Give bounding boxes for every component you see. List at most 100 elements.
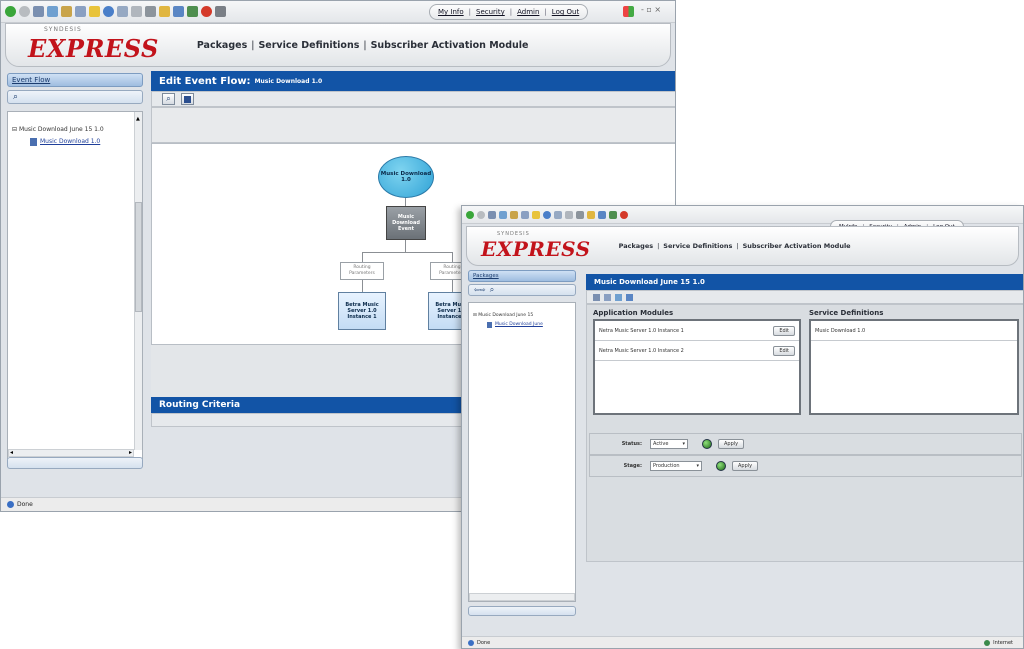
- security-link[interactable]: Security: [476, 8, 505, 16]
- sidebar-tab-packages[interactable]: Packages: [468, 270, 576, 282]
- extra-icon[interactable]: [215, 6, 226, 17]
- sidebar-footer: [7, 457, 143, 469]
- tool-icon-4[interactable]: [626, 293, 633, 301]
- favorites-icon[interactable]: [89, 6, 100, 17]
- arrows-icon[interactable]: ⇦⇨: [474, 286, 486, 294]
- back-icon[interactable]: [466, 210, 474, 219]
- window-controls[interactable]: - ▫ ×: [641, 5, 661, 14]
- horizontal-scrollbar[interactable]: ◂ ▸: [8, 449, 134, 457]
- properties-area: [151, 107, 675, 143]
- messenger-icon[interactable]: [173, 6, 184, 17]
- scroll-right-icon[interactable]: ▸: [129, 449, 132, 456]
- nav-subscriber-activation[interactable]: Subscriber Activation Module: [371, 40, 529, 51]
- tool-icon-1[interactable]: [593, 293, 600, 301]
- search-icon[interactable]: ⌕: [13, 92, 18, 102]
- media-icon[interactable]: [103, 6, 114, 17]
- title-name: Music Download 1.0: [254, 77, 323, 85]
- flow-node-routing-1[interactable]: Routing Parameters: [340, 262, 384, 280]
- save-button[interactable]: [181, 93, 194, 105]
- messenger-icon[interactable]: [598, 210, 606, 219]
- vertical-scrollbar[interactable]: ▲: [134, 112, 142, 450]
- edge: [452, 252, 453, 262]
- horizontal-scrollbar[interactable]: [469, 593, 575, 601]
- media-icon[interactable]: [543, 210, 551, 219]
- scroll-left-icon[interactable]: ◂: [10, 449, 13, 456]
- nav-service-definitions[interactable]: Service Definitions: [258, 40, 359, 51]
- forward-icon[interactable]: [477, 210, 485, 219]
- list-item[interactable]: Netra Music Server 1.0 Instance 2 Edit: [595, 341, 799, 361]
- red-icon[interactable]: [201, 6, 212, 17]
- flow-node-server-1[interactable]: Betra Music Server 1.0 Instance 1: [338, 292, 386, 330]
- windows-flag-icon: [623, 6, 634, 17]
- logo: SYNDESIS EXPRESS: [28, 26, 159, 63]
- mail-icon[interactable]: [131, 6, 142, 17]
- search-icon[interactable]: [75, 6, 86, 17]
- edit-button[interactable]: Edit: [773, 345, 795, 356]
- home-icon[interactable]: [61, 6, 72, 17]
- sidebar-search[interactable]: ⇦⇨ ⌕: [468, 284, 576, 296]
- edge: [362, 280, 363, 292]
- history-icon[interactable]: [554, 210, 562, 219]
- tree-child[interactable]: Music Download June: [487, 320, 543, 329]
- my-info-link[interactable]: My Info: [438, 8, 464, 16]
- tree-child-label: Music Download 1.0: [40, 138, 101, 145]
- stop-icon[interactable]: [33, 6, 44, 17]
- nav-packages[interactable]: Packages: [619, 242, 653, 250]
- edit-icon[interactable]: [159, 6, 170, 17]
- list-item[interactable]: Music Download 1.0: [811, 321, 1017, 341]
- edit-button[interactable]: Edit: [773, 325, 795, 336]
- status-text: Done: [477, 639, 491, 646]
- status-select[interactable]: Active ▾: [650, 439, 688, 449]
- red-icon[interactable]: [620, 210, 628, 219]
- favorites-icon[interactable]: [532, 210, 540, 219]
- forward-icon[interactable]: [19, 6, 30, 17]
- status-apply-button[interactable]: Apply: [718, 439, 745, 449]
- sidebar-tree-panel: ⊟ Music Download June 15 Music Download …: [468, 302, 576, 602]
- ie-icon: [468, 639, 474, 646]
- sidebar-header-block: Event Flow ⌕: [7, 73, 143, 104]
- edge: [362, 252, 452, 253]
- sidebar-search[interactable]: ⌕: [7, 90, 143, 104]
- tools-icon[interactable]: [187, 6, 198, 17]
- search-icon[interactable]: ⌕: [490, 285, 494, 295]
- header-banner: SYNDESIS EXPRESS Packages | Service Defin…: [5, 23, 671, 67]
- sidebar-tab-event-flow[interactable]: Event Flow: [7, 73, 143, 87]
- log-out-link[interactable]: Log Out: [552, 8, 579, 16]
- sidebar-header-block: Packages ⇦⇨ ⌕: [468, 270, 576, 296]
- nav-service-definitions[interactable]: Service Definitions: [663, 242, 732, 250]
- logo-subtitle: SYNDESIS: [497, 231, 530, 237]
- flow-node-event[interactable]: Music Download Event: [386, 206, 426, 240]
- stop-icon[interactable]: [488, 210, 496, 219]
- tree-child[interactable]: Music Download 1.0: [30, 136, 104, 148]
- stage-value: Production: [653, 463, 680, 469]
- stage-indicator-icon[interactable]: [716, 461, 726, 471]
- admin-link[interactable]: Admin: [517, 8, 539, 16]
- refresh-icon[interactable]: [47, 6, 58, 17]
- status-text: Done: [17, 501, 33, 508]
- list-item[interactable]: Netra Music Server 1.0 Instance 1 Edit: [595, 321, 799, 341]
- tree-root[interactable]: ⊟ Music Download June 15 1.0: [12, 124, 104, 136]
- history-icon[interactable]: [117, 6, 128, 17]
- stage-apply-button[interactable]: Apply: [732, 461, 759, 471]
- tool-icon-3[interactable]: [615, 293, 622, 301]
- scroll-thumb[interactable]: [135, 202, 142, 312]
- search-icon[interactable]: [521, 210, 529, 219]
- nav-subscriber-activation[interactable]: Subscriber Activation Module: [743, 242, 851, 250]
- scroll-up-icon[interactable]: ▲: [136, 116, 141, 122]
- flow-node-root[interactable]: Music Download 1.0: [378, 156, 434, 198]
- tree-root[interactable]: ⊟ Music Download June 15: [473, 311, 543, 320]
- print-icon[interactable]: [145, 6, 156, 17]
- back-icon[interactable]: [5, 6, 16, 17]
- tool-icon-2[interactable]: [604, 293, 611, 301]
- title-prefix: Edit Event Flow:: [159, 75, 251, 87]
- status-indicator-icon[interactable]: [702, 439, 712, 449]
- mail-icon[interactable]: [565, 210, 573, 219]
- tools-icon[interactable]: [609, 210, 617, 219]
- edit-icon[interactable]: [587, 210, 595, 219]
- print-icon[interactable]: [576, 210, 584, 219]
- stage-select[interactable]: Production ▾: [650, 461, 702, 471]
- search-button[interactable]: ⌕: [162, 93, 175, 105]
- refresh-icon[interactable]: [499, 210, 507, 219]
- nav-packages[interactable]: Packages: [197, 40, 247, 51]
- home-icon[interactable]: [510, 210, 518, 219]
